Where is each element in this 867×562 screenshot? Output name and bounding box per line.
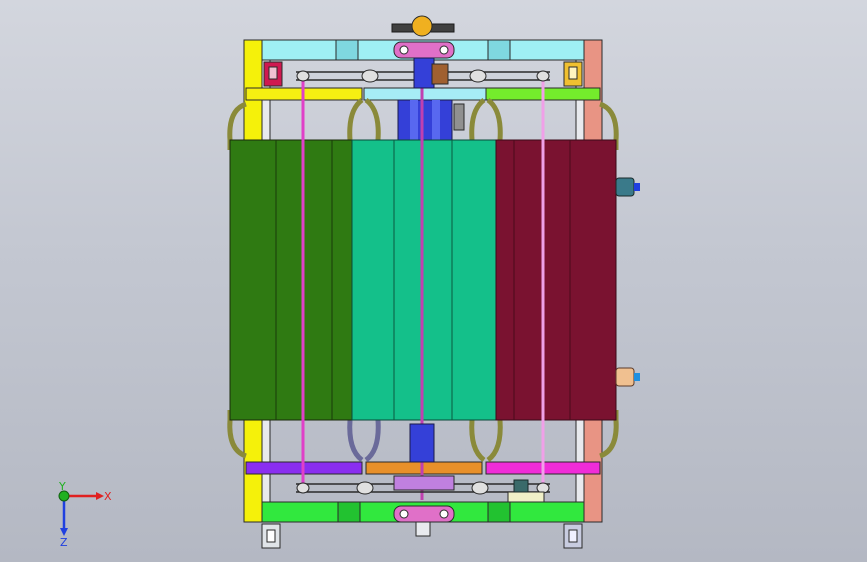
z-axis-arrowhead	[60, 528, 68, 536]
top-drive-hub[interactable]	[391, 15, 455, 89]
motor-lower-right[interactable]	[615, 367, 640, 387]
frame-bottom-bar-joint	[487, 501, 511, 523]
frame-top-bar-joint	[335, 39, 359, 61]
frame-bottom-bar-joint	[337, 501, 361, 523]
panel-right-maroon[interactable]	[495, 139, 617, 421]
bottom-drive-hub[interactable]	[393, 423, 455, 537]
rail-upper-center[interactable]	[363, 87, 487, 101]
graphics-viewport[interactable]: X Y Z	[0, 0, 867, 562]
x-axis-label: X	[104, 490, 112, 503]
coordinate-triad: X Y Z	[58, 480, 112, 548]
motor-upper-right[interactable]	[615, 177, 640, 197]
z-axis-label: Z	[60, 536, 68, 548]
rail-lower-center[interactable]	[365, 461, 483, 475]
y-axis-label: Y	[58, 480, 66, 493]
x-axis-arrowhead	[96, 492, 104, 500]
panel-center-teal[interactable]	[351, 139, 497, 421]
cad-model-view[interactable]	[0, 0, 867, 562]
upper-shaft-housing[interactable]	[397, 99, 465, 141]
frame-top-bar-joint	[487, 39, 511, 61]
panel-left-green[interactable]	[229, 139, 353, 421]
